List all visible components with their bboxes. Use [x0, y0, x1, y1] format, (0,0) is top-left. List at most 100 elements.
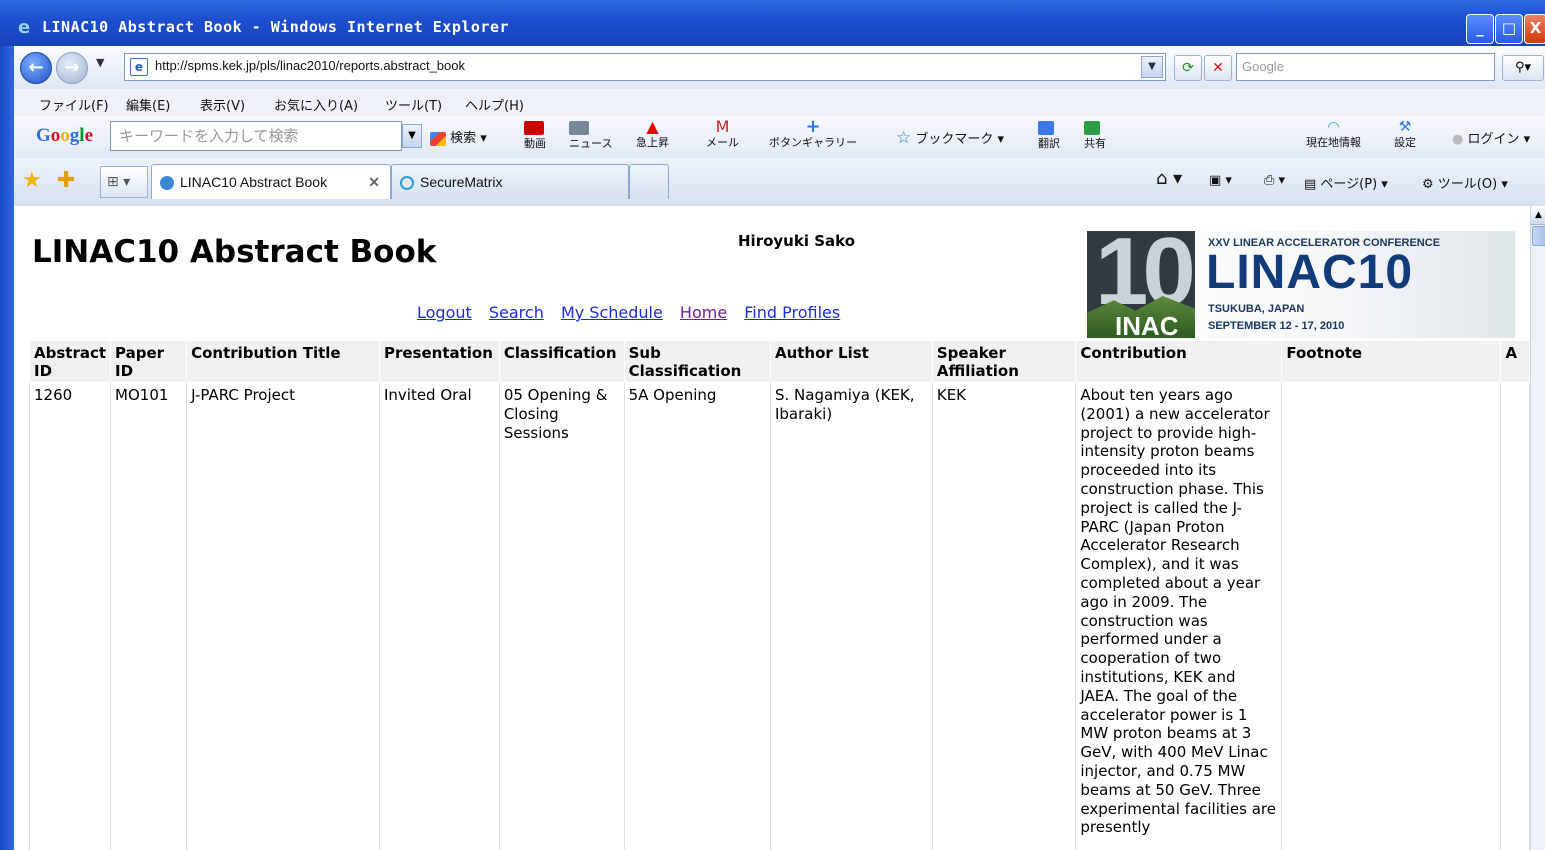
google-search-input[interactable]: キーワードを入力して検索: [110, 121, 402, 151]
google-search-dropdown-icon[interactable]: ▼: [402, 124, 422, 148]
address-bar[interactable]: e http://spms.kek.jp/pls/linac2010/repor…: [124, 53, 1166, 81]
toolbar-login-label: ログイン: [1467, 132, 1520, 147]
back-button[interactable]: ←: [20, 52, 52, 84]
logo-linac10: LINAC10: [1206, 246, 1414, 299]
toolbar-video[interactable]: 動画: [524, 120, 546, 151]
gmail-icon: M: [715, 117, 730, 136]
google-icon: [430, 131, 446, 146]
col-sub-classification: Sub Classification: [623, 340, 771, 383]
cell-footnote: [1281, 382, 1502, 850]
google-search-button[interactable]: 検索 ▾: [430, 127, 487, 146]
menu-bar: ファイル(F) 編集(E) 表示(V) お気に入り(A) ツール(T) ヘルプ(…: [14, 89, 1545, 116]
toolbar-bookmark[interactable]: ☆ ブックマーク ▾: [896, 128, 1004, 148]
quick-tabs-button[interactable]: ⊞ ▾: [100, 166, 148, 198]
table-header-row: Abstract ID Paper ID Contribution Title …: [28, 340, 1530, 383]
plus-icon: +: [805, 116, 821, 137]
logo-emblem: 10 INAC: [1087, 231, 1196, 338]
page-menu[interactable]: ▤ ページ(P) ▾: [1304, 173, 1388, 192]
logo-inac: INAC: [1115, 311, 1179, 338]
favorites-star-icon[interactable]: ★: [22, 168, 42, 193]
tab-label: SecureMatrix: [420, 174, 503, 190]
logo-location: TSUKUBA, JAPAN: [1208, 303, 1305, 315]
loading-icon: [400, 176, 414, 191]
page-content: LINAC10 Abstract Book Hiroyuki Sako Logo…: [14, 206, 1530, 850]
toolbar-share[interactable]: 共有: [1084, 120, 1106, 151]
feeds-icon[interactable]: ▣ ▾: [1209, 173, 1232, 188]
vertical-scrollbar[interactable]: ▲: [1530, 206, 1545, 850]
col-abstract-id: Abstract ID: [28, 340, 112, 383]
tools-menu[interactable]: ⚙ ツール(O) ▾: [1422, 173, 1508, 192]
col-paper-id: Paper ID: [110, 340, 188, 383]
toolbar-location[interactable]: ◠ 現在地情報: [1306, 120, 1361, 150]
toolbar-mail[interactable]: M メール: [706, 117, 739, 150]
tab-abstract-book[interactable]: LINAC10 Abstract Book ✕: [151, 164, 391, 199]
forward-button[interactable]: →: [56, 52, 88, 84]
new-tab-button[interactable]: [629, 164, 669, 199]
cell-affiliation: KEK: [931, 382, 1077, 850]
toolbar-login[interactable]: ● ログイン ▾: [1452, 128, 1530, 147]
toolbar-news[interactable]: ニュース: [569, 120, 612, 151]
refresh-button[interactable]: ⟳: [1174, 55, 1202, 81]
abstract-table: Abstract ID Paper ID Contribution Title …: [28, 340, 1530, 850]
stop-button[interactable]: ✕: [1204, 55, 1232, 81]
home-link[interactable]: Home: [680, 303, 727, 322]
scroll-thumb[interactable]: [1532, 226, 1545, 246]
toolbar-news-label: ニュース: [569, 137, 613, 150]
menu-help[interactable]: ヘルプ(H): [465, 95, 524, 114]
col-truncated: A: [1500, 340, 1530, 383]
toolbar-share-label: 共有: [1084, 137, 1106, 150]
tab-securematrix[interactable]: SecureMatrix: [391, 164, 629, 199]
toolbar-trend-label: 急上昇: [636, 136, 669, 149]
col-footnote: Footnote: [1281, 340, 1502, 383]
search-link[interactable]: Search: [489, 303, 544, 322]
ie-page-icon: [160, 176, 174, 191]
toolbar-settings[interactable]: ⚒ 設定: [1394, 120, 1416, 150]
cell-paper-id: MO101: [110, 382, 188, 850]
col-author-list: Author List: [769, 340, 933, 383]
address-url[interactable]: http://spms.kek.jp/pls/linac2010/reports…: [155, 58, 465, 73]
col-presentation: Presentation: [378, 340, 500, 383]
wrench-icon: ⚒: [1398, 119, 1412, 135]
youtube-icon: [524, 120, 544, 135]
wifi-icon: ◠: [1327, 119, 1340, 135]
my-schedule-link[interactable]: My Schedule: [561, 303, 663, 322]
menu-favorites[interactable]: お気に入り(A): [274, 95, 358, 114]
col-speaker-affiliation: Speaker Affiliation: [931, 340, 1077, 383]
toolbar-trend[interactable]: ▲ 急上昇: [636, 119, 669, 150]
toolbar-translate[interactable]: 翻訳: [1038, 120, 1060, 151]
home-icon[interactable]: ⌂ ▾: [1156, 168, 1182, 189]
minimize-button[interactable]: _: [1466, 14, 1494, 44]
cell-classification: 05 Opening & Closing Sessions: [498, 382, 625, 850]
close-button[interactable]: X: [1524, 14, 1545, 44]
logout-link[interactable]: Logout: [417, 303, 472, 322]
menu-edit[interactable]: 編集(E): [126, 95, 170, 114]
col-classification: Classification: [498, 340, 625, 383]
print-icon[interactable]: ⎙ ▾: [1264, 173, 1285, 188]
scroll-up-icon[interactable]: ▲: [1531, 206, 1545, 225]
menu-file[interactable]: ファイル(F): [39, 95, 109, 114]
history-dropdown-icon[interactable]: ▼: [96, 56, 104, 69]
conference-logo: 10 INAC XXV LINEAR ACCELERATOR CONFERENC…: [1087, 231, 1515, 338]
search-button[interactable]: ⚲▾: [1502, 55, 1544, 81]
toolbar-settings-label: 設定: [1394, 136, 1416, 149]
cell-sub-classification: 5A Opening: [623, 382, 771, 850]
address-dropdown-icon[interactable]: ▼: [1141, 56, 1163, 78]
page-title: LINAC10 Abstract Book: [32, 234, 437, 270]
add-favorites-icon[interactable]: ✚: [57, 168, 75, 193]
cell-authors: S. Nagamiya (KEK, Ibaraki): [769, 382, 933, 850]
close-tab-icon[interactable]: ✕: [368, 165, 380, 199]
find-profiles-link[interactable]: Find Profiles: [744, 303, 840, 322]
logo-dates: SEPTEMBER 12 - 17, 2010: [1208, 320, 1345, 332]
window-titlebar: e LINAC10 Abstract Book - Windows Intern…: [0, 0, 1545, 46]
toolbar-button-gallery[interactable]: + ボタンギャラリー: [769, 116, 857, 150]
news-icon: [569, 120, 589, 135]
maximize-button[interactable]: □: [1495, 14, 1523, 44]
toolbar-bookmark-label: ブックマーク: [915, 132, 994, 147]
search-input[interactable]: Google: [1236, 53, 1495, 81]
menu-view[interactable]: 表示(V): [200, 95, 245, 114]
cell-presentation: Invited Oral: [378, 382, 500, 850]
menu-tools[interactable]: ツール(T): [385, 95, 442, 114]
navigation-bar: ← → ▼ e http://spms.kek.jp/pls/linac2010…: [14, 46, 1545, 89]
toolbar-translate-label: 翻訳: [1038, 137, 1060, 150]
cell-abstract-id: 1260: [28, 382, 112, 850]
